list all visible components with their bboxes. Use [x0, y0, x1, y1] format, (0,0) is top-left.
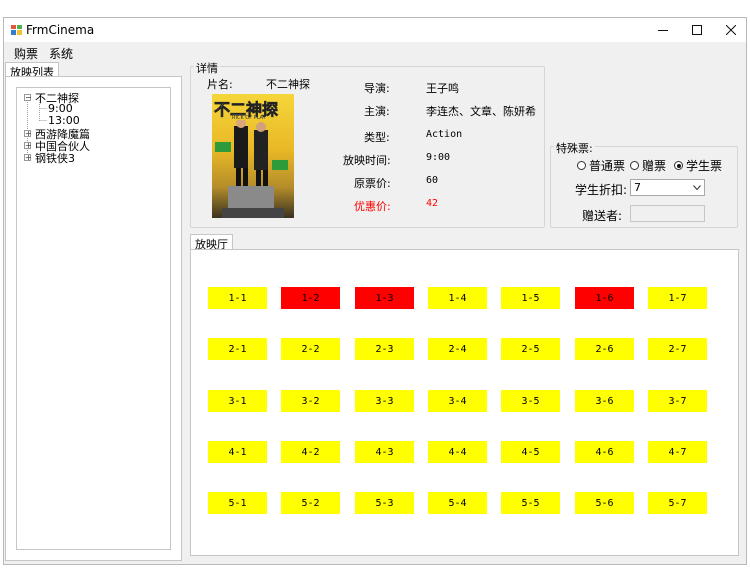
seat-1-3[interactable]: 1-3 [355, 287, 414, 309]
menu-system[interactable]: 系统 [49, 45, 73, 62]
time-label: 放映时间: [343, 154, 391, 167]
seat-4-3[interactable]: 4-3 [355, 441, 414, 463]
minimize-button[interactable] [646, 18, 680, 42]
type-label: 类型: [364, 131, 390, 144]
seat-1-4[interactable]: 1-4 [428, 287, 487, 309]
title-label: 片名: [207, 78, 233, 91]
seat-2-6[interactable]: 2-6 [575, 338, 634, 360]
title-bar: FrmCinema [4, 18, 746, 42]
seat-4-5[interactable]: 4-5 [501, 441, 560, 463]
gift-giver-label: 赠送者: [582, 209, 623, 223]
student-discount-select[interactable]: 7 [630, 179, 705, 196]
seat-1-2[interactable]: 1-2 [281, 287, 340, 309]
seat-3-3[interactable]: 3-3 [355, 390, 414, 412]
type-value: Action [426, 129, 463, 140]
poster-figures [215, 120, 288, 218]
seat-2-5[interactable]: 2-5 [501, 338, 560, 360]
menu-buy-ticket[interactable]: 购票 [14, 45, 38, 62]
maximize-button[interactable] [680, 18, 714, 42]
expand-icon[interactable]: + [24, 142, 32, 150]
seat-1-1[interactable]: 1-1 [208, 287, 267, 309]
seat-5-3[interactable]: 5-3 [355, 492, 414, 514]
radio-normal-label: 普通票 [589, 159, 626, 173]
seat-5-4[interactable]: 5-4 [428, 492, 487, 514]
seat-3-2[interactable]: 3-2 [281, 390, 340, 412]
discount-value: 42 [426, 198, 439, 209]
seat-1-6[interactable]: 1-6 [575, 287, 634, 309]
seat-3-7[interactable]: 3-7 [648, 390, 707, 412]
radio-student-label: 学生票 [686, 159, 723, 173]
seat-3-1[interactable]: 3-1 [208, 390, 267, 412]
seat-2-4[interactable]: 2-4 [428, 338, 487, 360]
window-title: FrmCinema [26, 23, 95, 37]
menu-bar: 购票 系统 [4, 42, 746, 62]
movie-tree[interactable]: − 不二神探 9:00 13:00 + 西游降魔篇 + 中国合伙人 + 钢铁侠3 [16, 87, 171, 550]
actors-value: 李连杰、文章、陈妍希 [426, 105, 536, 118]
maximize-icon [692, 25, 702, 35]
hall-panel: 1-1 1-2 1-3 1-4 1-5 1-6 1-7 2-1 2-2 2-3 2-4 2-5 2-6 2… [190, 249, 739, 556]
special-ticket-label: 特殊票: [554, 140, 595, 156]
seat-4-6[interactable]: 4-6 [575, 441, 634, 463]
seat-2-1[interactable]: 2-1 [208, 338, 267, 360]
close-icon [726, 25, 736, 35]
seat-4-1[interactable]: 4-1 [208, 441, 267, 463]
minimize-icon [658, 30, 668, 31]
expand-icon[interactable]: + [24, 154, 32, 162]
seat-5-7[interactable]: 5-7 [648, 492, 707, 514]
collapse-icon[interactable]: − [24, 94, 32, 102]
seat-5-6[interactable]: 5-6 [575, 492, 634, 514]
expand-icon[interactable]: + [24, 130, 32, 138]
seat-5-5[interactable]: 5-5 [501, 492, 560, 514]
radio-normal-ticket[interactable]: 普通票 [577, 157, 625, 174]
details-group: 详情 片名: 不二神探 不二神探 RICK OF PLAY 导演: 王子鸣 主演… [190, 60, 545, 228]
student-discount-value: 7 [634, 181, 641, 194]
seat-1-7[interactable]: 1-7 [648, 287, 707, 309]
seat-5-2[interactable]: 5-2 [281, 492, 340, 514]
tree-movie-4[interactable]: 钢铁侠3 [35, 150, 75, 166]
tab-hall[interactable]: 放映厅 [190, 234, 233, 251]
price-label: 原票价: [354, 177, 391, 190]
seat-3-6[interactable]: 3-6 [575, 390, 634, 412]
title-value: 不二神探 [266, 78, 310, 91]
time-value: 9:00 [426, 152, 451, 163]
gift-giver-input[interactable] [630, 205, 705, 222]
tab-screening-list[interactable]: 放映列表 [5, 62, 59, 79]
radio-gift-ticket[interactable]: 赠票 [630, 157, 666, 174]
student-discount-label: 学生折扣: [575, 183, 628, 197]
app-icon [11, 25, 22, 35]
seat-2-3[interactable]: 2-3 [355, 338, 414, 360]
special-ticket-group: 特殊票: 普通票 赠票 学生票 学生折扣: 7 赠送者: [550, 140, 738, 228]
discount-label: 优惠价: [354, 200, 391, 213]
radio-gift-label: 赠票 [642, 159, 667, 173]
price-value: 60 [426, 175, 439, 186]
director-value: 王子鸣 [426, 82, 459, 95]
seat-4-2[interactable]: 4-2 [281, 441, 340, 463]
radio-student-ticket[interactable]: 学生票 [674, 157, 722, 174]
seat-2-7[interactable]: 2-7 [648, 338, 707, 360]
actors-label: 主演: [364, 105, 390, 118]
seat-2-2[interactable]: 2-2 [281, 338, 340, 360]
seat-5-1[interactable]: 5-1 [208, 492, 267, 514]
movie-poster: 不二神探 RICK OF PLAY [212, 94, 294, 218]
details-group-label: 详情 [194, 60, 220, 76]
radio-icon [577, 161, 586, 170]
seat-3-4[interactable]: 3-4 [428, 390, 487, 412]
radio-icon [630, 161, 639, 170]
seat-4-4[interactable]: 4-4 [428, 441, 487, 463]
seat-1-5[interactable]: 1-5 [501, 287, 560, 309]
director-label: 导演: [364, 82, 390, 95]
main-window: FrmCinema 购票 系统 放映列表 − 不二神探 9:00 13:00 +… [3, 17, 747, 565]
sidebar-panel: − 不二神探 9:00 13:00 + 西游降魔篇 + 中国合伙人 + 钢铁侠3 [5, 76, 182, 561]
chevron-down-icon [693, 185, 701, 191]
close-button[interactable] [714, 18, 748, 42]
seat-4-7[interactable]: 4-7 [648, 441, 707, 463]
radio-selected-icon [674, 161, 683, 170]
seat-3-5[interactable]: 3-5 [501, 390, 560, 412]
